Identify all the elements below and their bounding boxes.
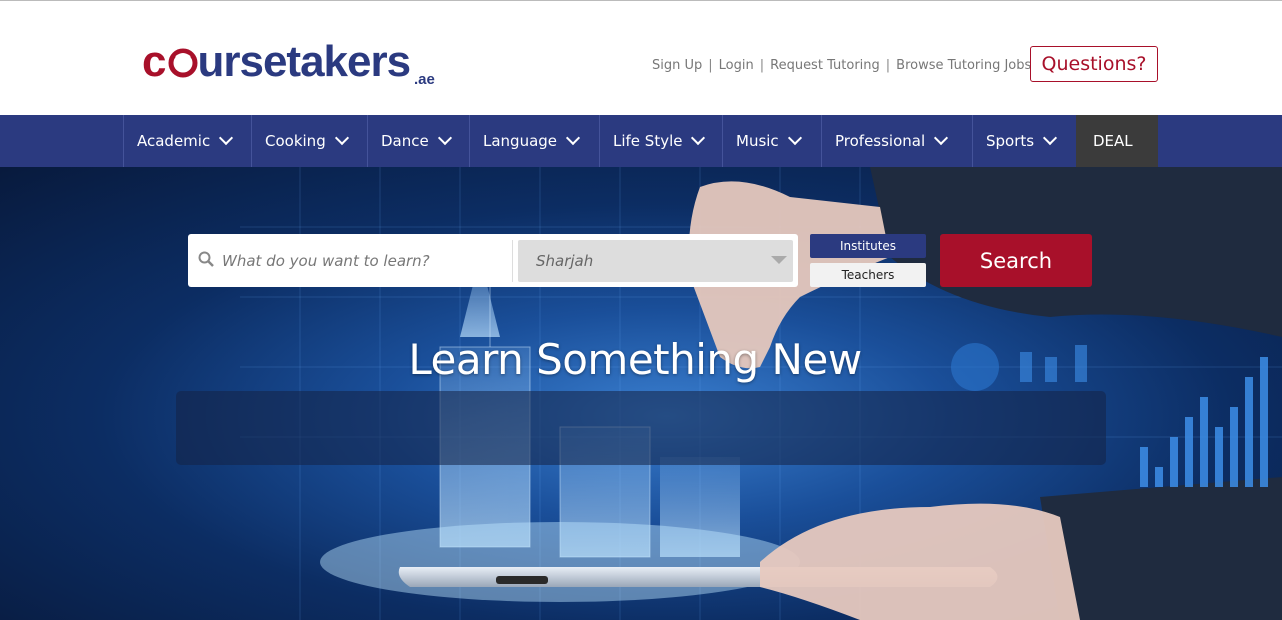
nav-item-label: Professional bbox=[835, 132, 926, 150]
request-tutoring-link[interactable]: Request Tutoring bbox=[770, 58, 880, 73]
browse-tutoring-jobs-link[interactable]: Browse Tutoring Jobs bbox=[896, 58, 1031, 73]
search-button[interactable]: Search bbox=[940, 234, 1092, 287]
logo-letter-c: c bbox=[142, 37, 167, 86]
nav-item-sports[interactable]: Sports bbox=[972, 115, 1076, 167]
top-links: Sign Up | Login | Request Tutoring | Bro… bbox=[652, 56, 1031, 74]
site-logo[interactable]: c ursetakers .ae bbox=[142, 37, 442, 93]
chevron-down-icon bbox=[771, 256, 787, 264]
search-panel bbox=[176, 391, 1106, 465]
nav-item-language[interactable]: Language bbox=[469, 115, 599, 167]
nav-item-academic[interactable]: Academic bbox=[123, 115, 251, 167]
nav-item-label: Sports bbox=[986, 132, 1035, 150]
login-link[interactable]: Login bbox=[719, 58, 754, 73]
search-input[interactable] bbox=[222, 243, 507, 279]
link-separator: | bbox=[708, 57, 713, 73]
chevron-down-icon bbox=[787, 130, 802, 146]
city-select-value: Sharjah bbox=[536, 252, 594, 270]
toggle-institutes[interactable]: Institutes bbox=[810, 234, 926, 258]
chevron-down-icon bbox=[219, 130, 234, 146]
logo-tld: .ae bbox=[414, 71, 435, 88]
nav-item-deal[interactable]: DEAL bbox=[1076, 115, 1158, 167]
nav-item-professional[interactable]: Professional bbox=[821, 115, 972, 167]
search-icon bbox=[198, 251, 214, 267]
toggle-teachers[interactable]: Teachers bbox=[810, 263, 926, 287]
questions-button[interactable]: Questions? bbox=[1030, 46, 1158, 82]
link-separator: | bbox=[759, 57, 765, 73]
nav-item-cooking[interactable]: Cooking bbox=[251, 115, 367, 167]
signup-link[interactable]: Sign Up bbox=[652, 58, 702, 73]
nav-item-label: Language bbox=[483, 132, 558, 150]
chevron-down-icon bbox=[934, 130, 949, 146]
nav-item-label: Life Style bbox=[613, 132, 683, 150]
nav-item-label: Music bbox=[736, 132, 779, 150]
link-separator: | bbox=[885, 57, 891, 73]
nav-item-label: Dance bbox=[381, 132, 429, 150]
nav-item-dance[interactable]: Dance bbox=[367, 115, 469, 167]
city-select[interactable]: Sharjah bbox=[518, 240, 793, 282]
nav-item-label: Academic bbox=[137, 132, 211, 150]
chevron-down-icon bbox=[334, 130, 349, 146]
category-nav: Academic Cooking Dance Language Life Sty… bbox=[0, 115, 1282, 167]
chevron-down-icon bbox=[1043, 130, 1058, 146]
chevron-down-icon bbox=[565, 130, 581, 146]
logo-swirl-icon bbox=[168, 48, 198, 78]
nav-item-music[interactable]: Music bbox=[722, 115, 821, 167]
chevron-down-icon bbox=[437, 130, 452, 146]
nav-item-label: Cooking bbox=[265, 132, 326, 150]
nav-item-life-style[interactable]: Life Style bbox=[599, 115, 722, 167]
search-divider bbox=[512, 240, 513, 282]
chevron-down-icon bbox=[691, 130, 706, 146]
logo-letters-rest: ursetakers bbox=[197, 37, 411, 86]
hero-title: Learn Something New bbox=[408, 335, 862, 384]
site-header: c ursetakers .ae Sign Up | Login | Reques… bbox=[0, 1, 1282, 115]
